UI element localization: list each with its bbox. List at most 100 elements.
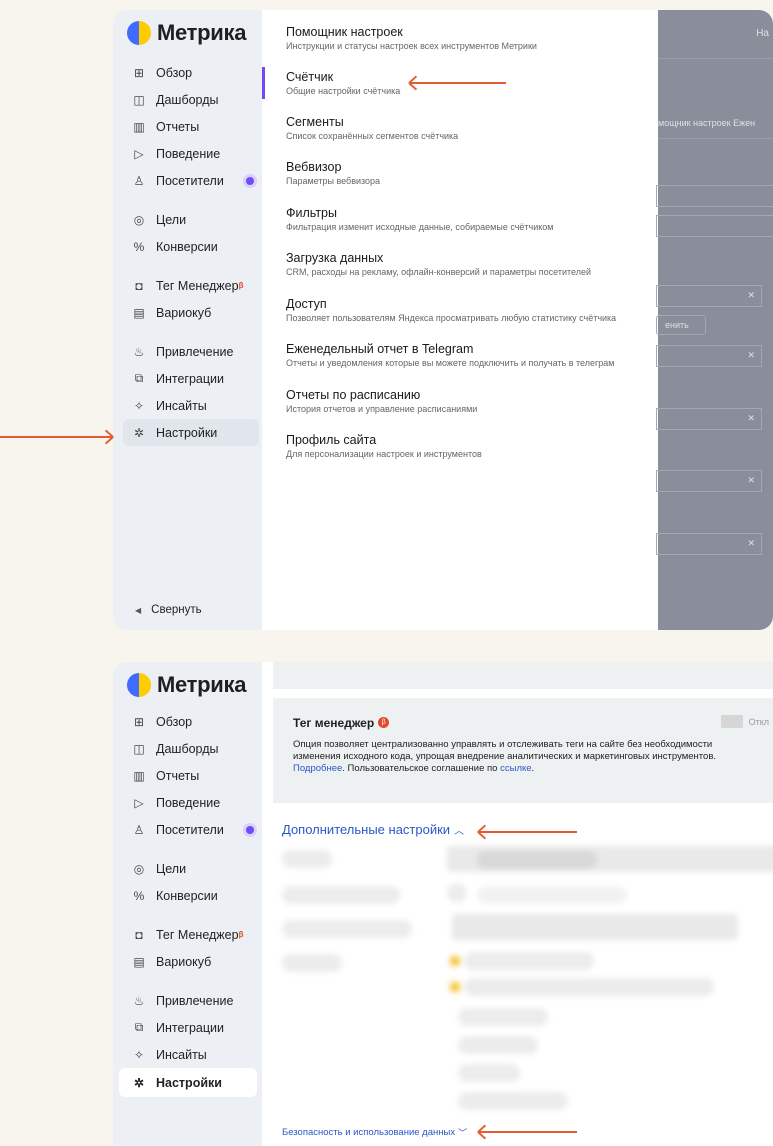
bottom-nav: ⊞ Обзор ◫ Дашборды ▥ Отчеты ▷ Поведение ♙ Пос… — [119, 708, 259, 1097]
nav-reports[interactable]: ▥ Отчеты — [131, 113, 259, 140]
arrow-to-settings — [0, 436, 112, 438]
top-strip — [273, 662, 773, 689]
tag-manager-toggle[interactable]: Откл — [720, 715, 769, 728]
nav-behavior[interactable]: ▷ Поведение — [131, 140, 259, 167]
tag-icon: ◘ — [135, 927, 143, 942]
bottom-sidebar: Метрика ⊞ Обзор ◫ Дашборды ▥ Отчеты ▷ Поведе… — [113, 662, 262, 1146]
menu-telegram-report[interactable]: Еженедельный отчет в Telegram Отчеты и ув… — [286, 341, 614, 370]
menu-access[interactable]: Доступ Позволяет пользователям Яндекса пр… — [286, 296, 616, 325]
metrika-logo-icon — [127, 673, 151, 697]
beta-badge: β — [238, 930, 244, 939]
menu-webvisor[interactable]: Вебвизор Параметры вебвизора — [286, 159, 380, 188]
status-dot — [245, 825, 254, 834]
tag-manager-title: Тег менеджер — [293, 716, 375, 730]
nav-visitors[interactable]: ♙ Посетители — [131, 816, 259, 843]
grid-icon: ⊞ — [133, 714, 145, 729]
agreement-link[interactable]: ссылке — [500, 763, 531, 774]
main-content: Тег менеджер β Откл Опция позволяет центр… — [262, 662, 773, 1146]
gear-icon: ✲ — [133, 425, 145, 440]
nav-conversions[interactable]: % Конверсии — [131, 233, 259, 260]
nav-insights[interactable]: ✧ Инсайты — [131, 1041, 259, 1068]
nav-dashboards[interactable]: ◫ Дашборды — [131, 735, 259, 762]
percent-icon: % — [133, 239, 145, 254]
grid-icon: ⊞ — [133, 65, 145, 80]
menu-site-profile[interactable]: Профиль сайта Для персонализации настроек… — [286, 432, 482, 461]
dashboard-icon: ◫ — [133, 741, 145, 756]
dimmed-overlay: На мощник настроек Ежен ✕ енить ✕ ✕ ✕ ✕ — [656, 10, 773, 630]
security-data-toggle[interactable]: Безопасность и использование данных ﹀ — [282, 1126, 467, 1139]
top-nav: ⊞ Обзор ◫ Дашборды ▥ Отчеты ▷ Поведение ♙ Пос… — [123, 59, 259, 446]
puzzle-icon: ⧉ — [134, 1020, 144, 1034]
nav-acquisition[interactable]: ♨ Привлечение — [131, 987, 259, 1014]
nav-integrations[interactable]: ⧉ Интеграции — [131, 365, 259, 392]
table-icon: ▤ — [133, 954, 145, 969]
nav-settings[interactable]: ✲ Настройки — [119, 1068, 257, 1097]
beta-badge: β — [238, 281, 244, 290]
nav-variocube[interactable]: ▤ Вариокуб — [131, 948, 259, 975]
nav-overview[interactable]: ⊞ Обзор — [131, 708, 259, 735]
close-icon: ✕ — [747, 290, 755, 300]
tag-icon: ◘ — [135, 278, 143, 293]
menu-filters[interactable]: Фильтры Фильтрация изменит исходные данны… — [286, 205, 554, 234]
advanced-settings-toggle[interactable]: Дополнительные настройки ︿ — [282, 822, 464, 837]
tag-manager-description: Опция позволяет централизованно управлят… — [293, 739, 717, 774]
target-icon: ◎ — [133, 212, 145, 227]
play-icon: ▷ — [134, 795, 144, 810]
menu-counter[interactable]: Счётчик Общие настройки счётчика — [286, 69, 400, 98]
top-logo-text: Метрика — [157, 20, 247, 45]
tag-manager-panel: Тег менеджер β Откл Опция позволяет центр… — [273, 698, 773, 803]
triangle-left-icon: ◀ — [135, 605, 142, 615]
nav-behavior[interactable]: ▷ Поведение — [131, 789, 259, 816]
more-link[interactable]: Подробнее — [293, 763, 342, 774]
puzzle-icon: ⧉ — [134, 371, 144, 385]
flame-icon: ♨ — [133, 993, 145, 1008]
user-icon: ♙ — [133, 822, 145, 837]
nav-acquisition[interactable]: ♨ Привлечение — [131, 338, 259, 365]
menu-segments[interactable]: Сегменты Список сохранённых сегментов счё… — [286, 114, 458, 143]
flame-icon: ♨ — [133, 344, 145, 359]
nav-goals[interactable]: ◎ Цели — [131, 206, 259, 233]
bottom-logo-text: Метрика — [157, 672, 247, 697]
chevron-up-icon: ︿ — [454, 826, 465, 837]
percent-icon: % — [133, 888, 145, 903]
toggle-switch — [720, 715, 743, 728]
nav-tag-manager[interactable]: ◘ Тег Менеджер β — [131, 921, 259, 948]
table-icon: ▤ — [133, 305, 145, 320]
bar-chart-icon: ▥ — [133, 768, 145, 783]
overlay-tab-text: мощник настроек Ежен — [658, 118, 756, 128]
collapse-button[interactable]: ◀ Свернуть — [135, 604, 202, 616]
nav-settings[interactable]: ✲ Настройки — [123, 419, 259, 446]
bottom-logo[interactable]: Метрика — [127, 672, 246, 698]
nav-overview[interactable]: ⊞ Обзор — [131, 59, 259, 86]
menu-data-upload[interactable]: Загрузка данных CRM, расходы на рекламу, … — [286, 250, 591, 279]
nav-goals[interactable]: ◎ Цели — [131, 855, 259, 882]
arrow-to-advanced-settings — [478, 831, 577, 833]
menu-settings-assistant[interactable]: Помощник настроек Инструкции и статусы на… — [286, 24, 537, 53]
arrow-to-security-data — [478, 1131, 577, 1133]
nav-reports[interactable]: ▥ Отчеты — [131, 762, 259, 789]
arrow-to-counter — [409, 82, 506, 84]
menu-scheduled-reports[interactable]: Отчеты по расписанию История отчетов и уп… — [286, 387, 477, 416]
settings-submenu: Помощник настроек Инструкции и статусы на… — [262, 10, 658, 630]
nav-tag-manager[interactable]: ◘ Тег Менеджер β — [131, 272, 259, 299]
beta-badge: β — [378, 717, 390, 729]
top-sidebar: Метрика ⊞ Обзор ◫ Дашборды ▥ Отчеты ▷ Поведе… — [113, 10, 262, 630]
overlay-header-text: На — [756, 28, 769, 39]
nav-dashboards[interactable]: ◫ Дашборды — [131, 86, 259, 113]
dashboard-icon: ◫ — [133, 92, 145, 107]
nav-visitors[interactable]: ♙ Посетители — [131, 167, 259, 194]
metrika-logo-icon — [127, 21, 151, 45]
nav-insights[interactable]: ✧ Инсайты — [131, 392, 259, 419]
top-logo[interactable]: Метрика — [127, 20, 246, 46]
gear-icon: ✲ — [133, 1075, 145, 1090]
nav-conversions[interactable]: % Конверсии — [131, 882, 259, 909]
sparkle-icon: ✧ — [133, 1047, 145, 1062]
status-dot — [245, 176, 254, 185]
close-icon: ✕ — [747, 350, 755, 360]
target-icon: ◎ — [133, 861, 145, 876]
user-icon: ♙ — [133, 173, 145, 188]
nav-variocube[interactable]: ▤ Вариокуб — [131, 299, 259, 326]
nav-integrations[interactable]: ⧉ Интеграции — [131, 1014, 259, 1041]
blurred-settings — [262, 842, 773, 1132]
play-icon: ▷ — [134, 146, 144, 161]
